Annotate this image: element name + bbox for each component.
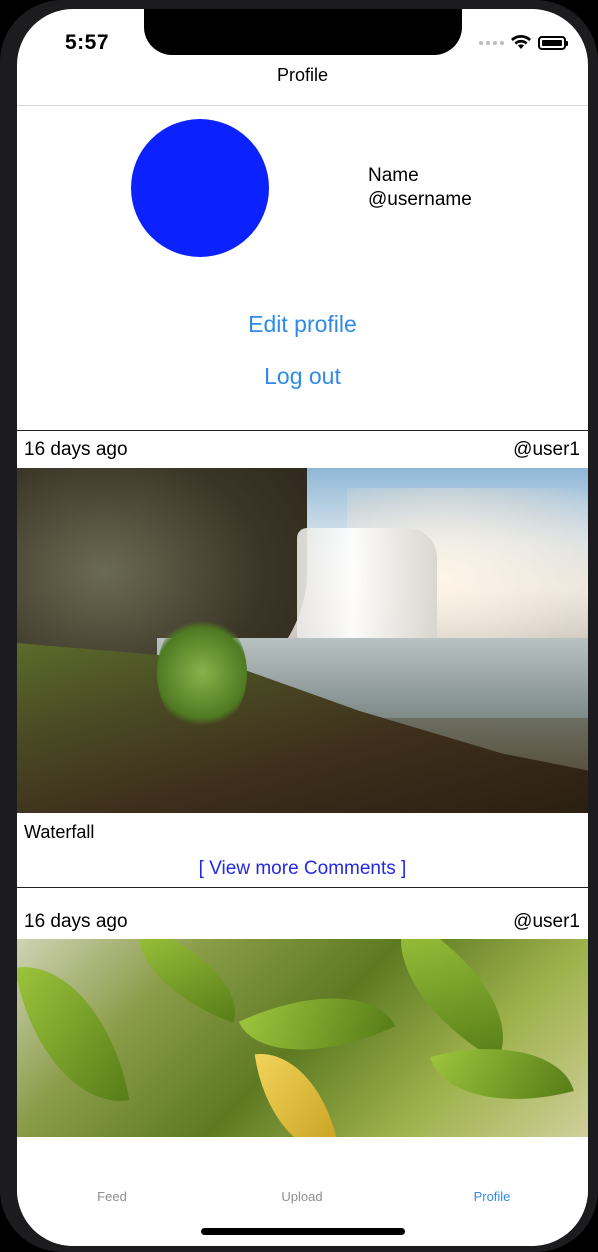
battery-icon <box>538 36 568 50</box>
page-title: Profile <box>276 65 329 85</box>
device-notch <box>144 9 462 55</box>
tab-feed[interactable]: Feed <box>17 1189 207 1204</box>
profile-name: Name <box>368 165 419 186</box>
post-time: 16 days ago <box>24 911 128 932</box>
app-screen: 5:57 Profile Name @username Edit profile… <box>17 9 588 1246</box>
tab-upload[interactable]: Upload <box>207 1189 397 1204</box>
device-frame: 5:57 Profile Name @username Edit profile… <box>0 0 598 1252</box>
home-indicator[interactable] <box>201 1228 405 1235</box>
leaves-photo-image[interactable] <box>17 939 588 1137</box>
profile-username: @username <box>368 189 472 210</box>
post-time: 16 days ago <box>24 439 128 460</box>
avatar <box>131 119 269 257</box>
signal-icon <box>479 41 504 45</box>
post-username[interactable]: @user1 <box>513 911 580 933</box>
status-icons <box>479 35 568 51</box>
view-comments-link[interactable]: [ View more Comments ] <box>17 858 588 880</box>
waterfall-photo-image[interactable] <box>17 468 588 813</box>
log-out-button[interactable]: Log out <box>17 363 588 390</box>
wifi-icon <box>511 35 531 49</box>
status-time: 5:57 <box>65 31 110 54</box>
nav-divider <box>17 105 588 106</box>
post-caption: Waterfall <box>24 822 95 842</box>
edit-profile-button[interactable]: Edit profile <box>17 311 588 338</box>
post-username[interactable]: @user1 <box>513 439 580 461</box>
tab-profile[interactable]: Profile <box>397 1189 587 1204</box>
post-divider <box>17 430 588 431</box>
post-divider <box>17 887 588 888</box>
